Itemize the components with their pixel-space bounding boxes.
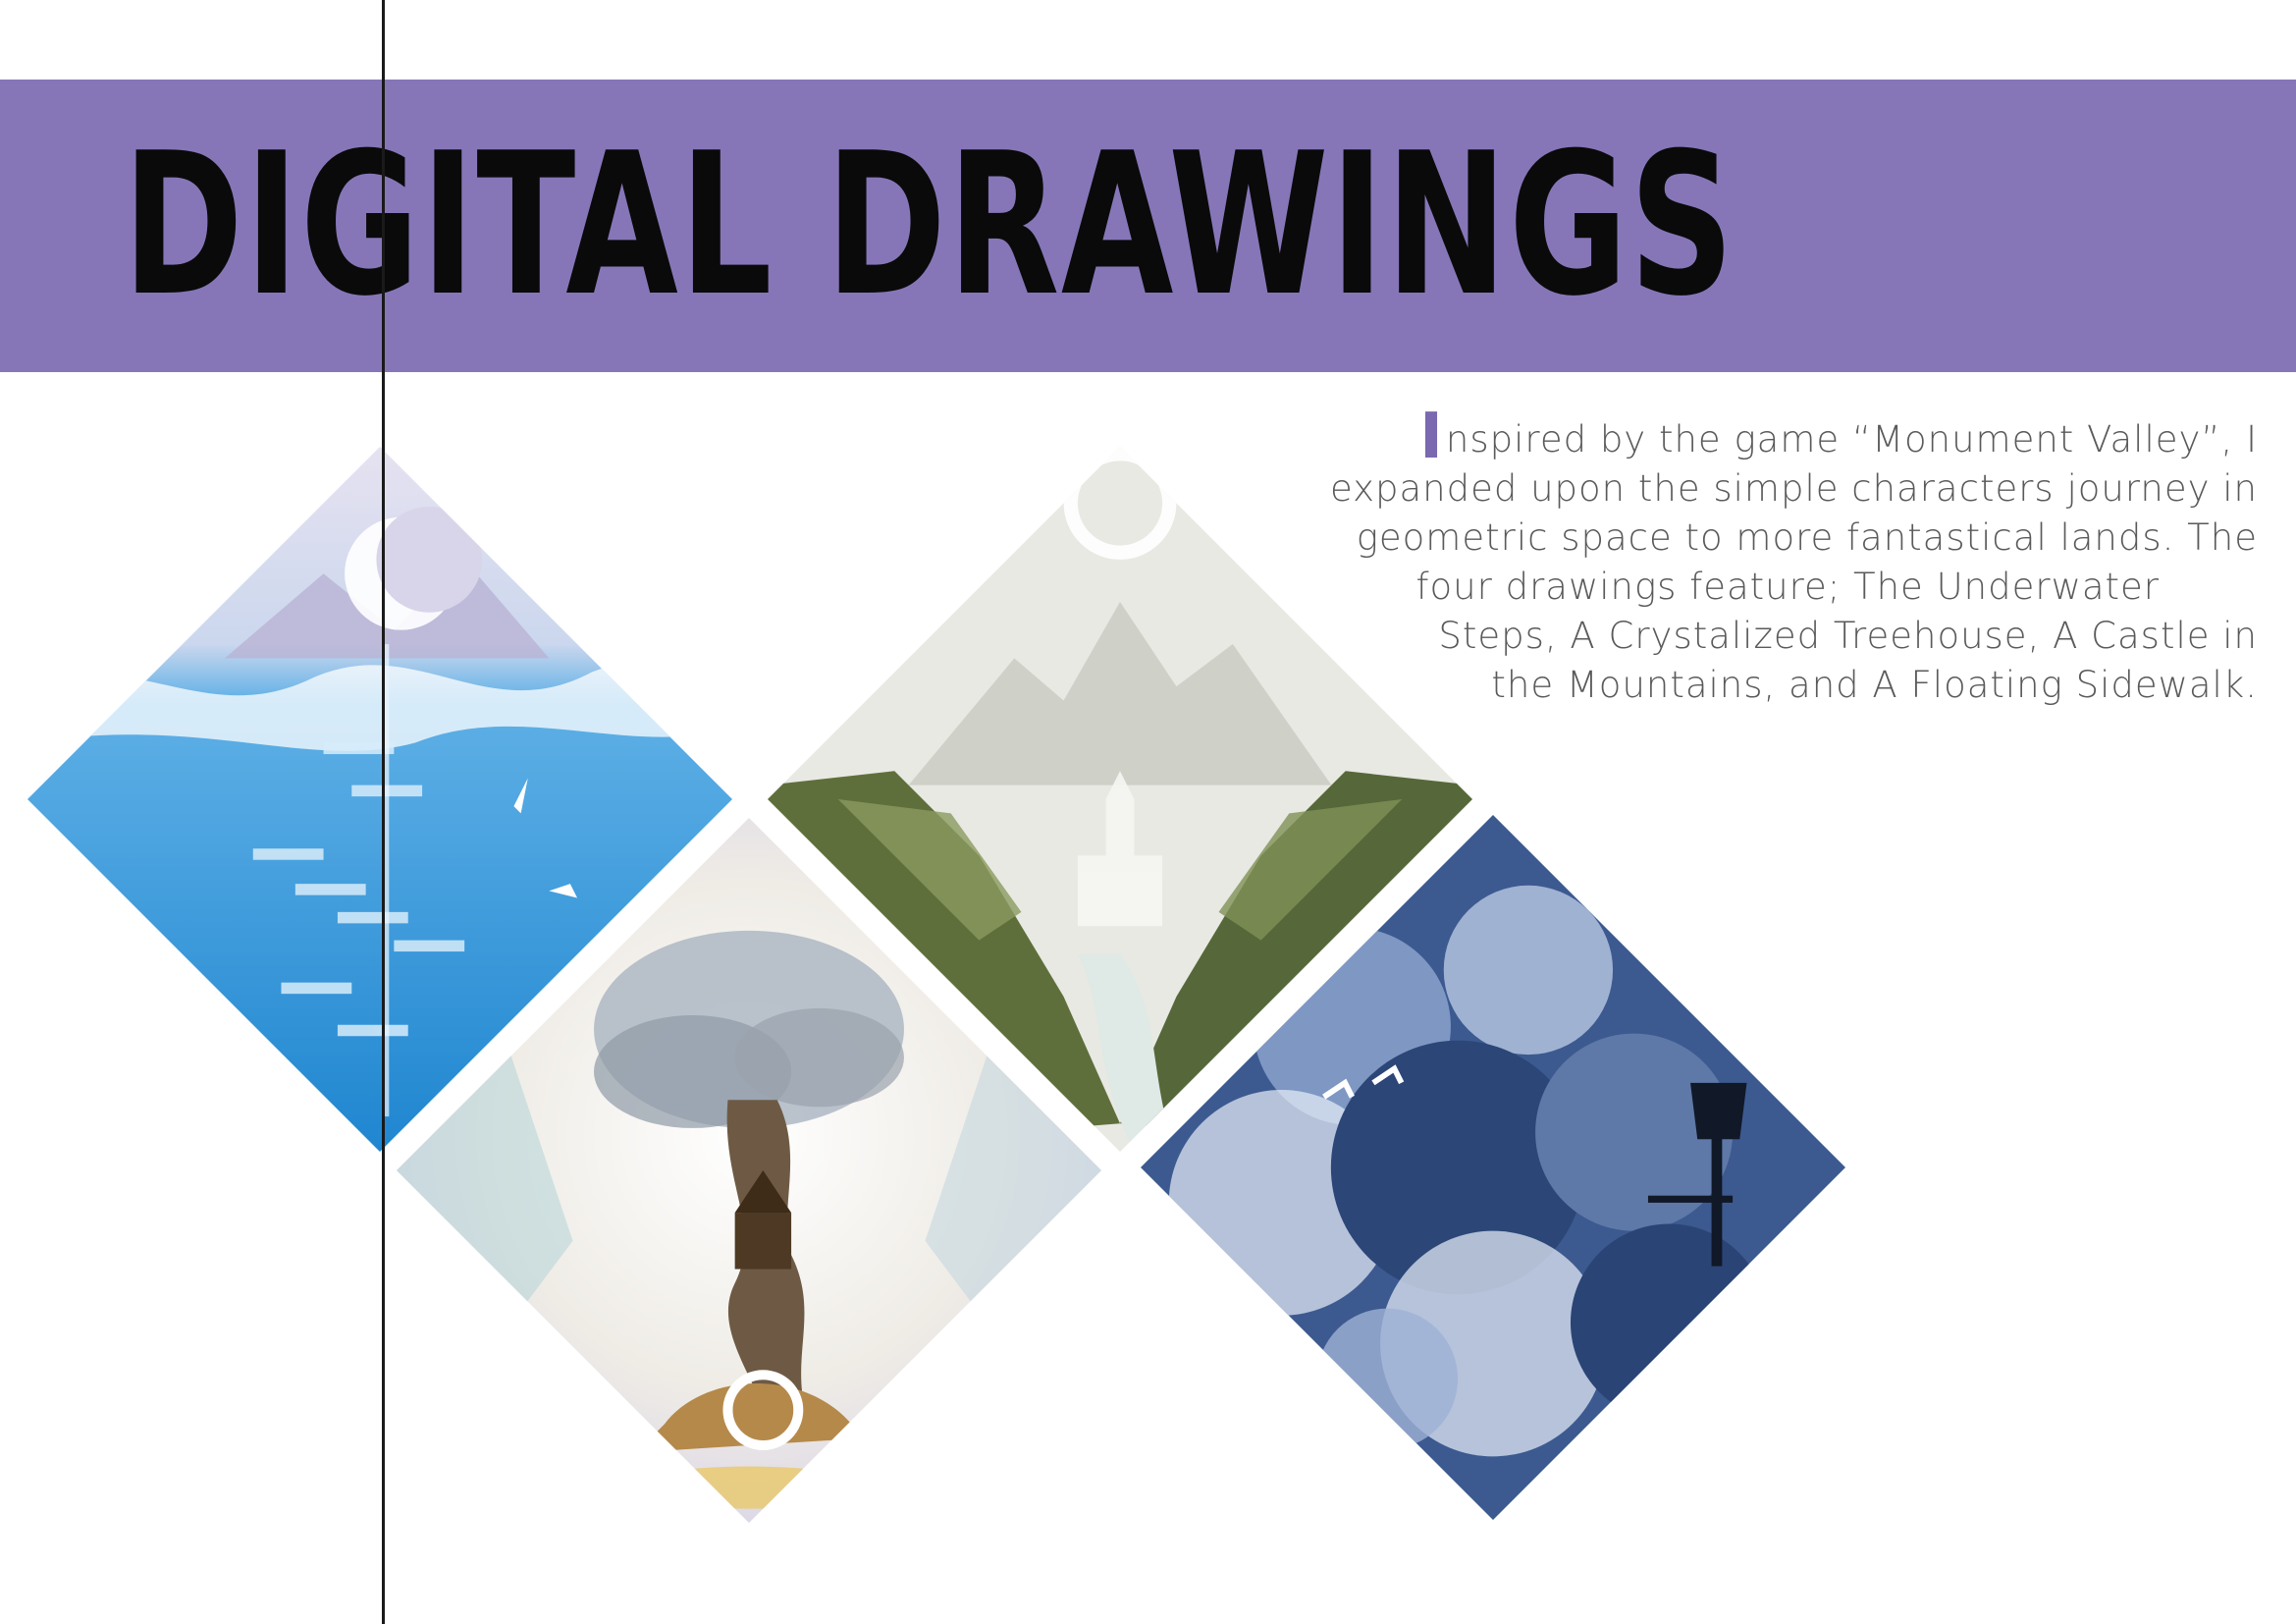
intro-line-4: four drawings feature; The Underwater xyxy=(1415,566,2160,608)
page-title: DIGITAL DRAWINGS xyxy=(123,111,1735,340)
intro-line-1: Inspired by the game “Monument Valley”, … xyxy=(1419,401,2258,473)
intro-line-2: expanded upon the simple characters jour… xyxy=(1329,467,2258,510)
vertical-rule xyxy=(382,0,385,1624)
intro-paragraph: Inspired by the game “Monument Valley”, … xyxy=(1227,401,2258,710)
intro-line-3: geometric space to more fantastical land… xyxy=(1356,516,2258,559)
intro-line-6: the Mountains, and A Floating Sidewalk. xyxy=(1491,664,2258,706)
intro-line-5: Steps, A Crystalized Treehouse, A Castle… xyxy=(1438,615,2258,657)
drop-cap: I xyxy=(1419,401,1444,473)
